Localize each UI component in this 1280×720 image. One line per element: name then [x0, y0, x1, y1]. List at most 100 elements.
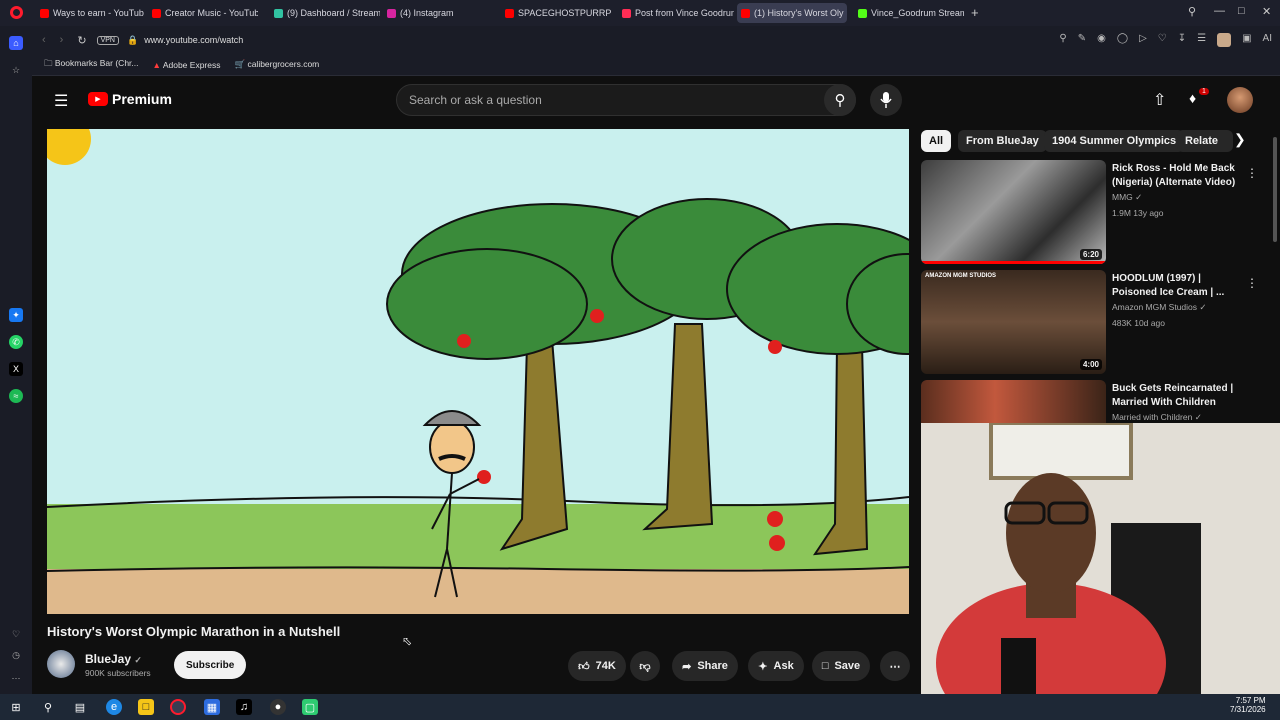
- home-icon[interactable]: ⌂: [9, 36, 23, 50]
- notifications-bell-icon[interactable]: ♦: [1189, 90, 1196, 106]
- hamburger-menu-icon[interactable]: ☰: [54, 91, 68, 111]
- bookmark-folder[interactable]: 🗀 Bookmarks Bar (Chr...: [44, 58, 139, 72]
- search-button[interactable]: ⚲: [824, 84, 856, 116]
- file-explorer-icon[interactable]: □: [138, 699, 154, 715]
- channel-name[interactable]: BlueJay ✓: [85, 652, 142, 666]
- channel-name[interactable]: MMG ✓: [1112, 192, 1142, 203]
- heart-icon[interactable]: ♡: [1158, 33, 1167, 47]
- tab-post-vince[interactable]: Post from Vince Goodrum: [618, 3, 734, 23]
- bookmark-calibergrocers[interactable]: 🛒 calibergrocers.com: [234, 59, 319, 70]
- dislike-button[interactable]: 👎︎: [630, 651, 660, 681]
- whatsapp-icon[interactable]: ✆: [9, 335, 23, 349]
- new-tab-button[interactable]: +: [971, 5, 979, 20]
- tab-spaceghostpurrp[interactable]: SPACEGHOSTPURRP & DC: [501, 3, 611, 23]
- maximize-icon[interactable]: □: [1238, 5, 1245, 17]
- spotify-icon[interactable]: ≈: [9, 389, 23, 403]
- minimize-icon[interactable]: —: [1214, 5, 1225, 17]
- profile-avatar[interactable]: [1217, 33, 1232, 47]
- chevron-right-icon[interactable]: ❯: [1234, 131, 1246, 148]
- store-icon[interactable]: ▦: [204, 699, 220, 715]
- channel-name[interactable]: Amazon MGM Studios ✓: [1112, 302, 1207, 313]
- tab-instagram[interactable]: (4) Instagram: [383, 3, 493, 23]
- share-button[interactable]: ➦ Share: [672, 651, 738, 681]
- recommendation-item[interactable]: 6:20 Rick Ross - Hold Me Back (Nigeria) …: [921, 160, 1258, 264]
- microphone-icon: [880, 92, 892, 108]
- video-thumbnail[interactable]: AMAZON MGM STUDIOS 4:00: [921, 270, 1106, 374]
- url-field[interactable]: www.youtube.com/watch: [144, 35, 243, 45]
- camera-icon[interactable]: ◉: [1097, 33, 1106, 47]
- edge-icon[interactable]: e: [106, 699, 122, 715]
- opera-logo-icon[interactable]: [10, 6, 23, 19]
- chip-1904-summer-olympics[interactable]: 1904 Summer Olympics: [1044, 130, 1185, 152]
- video-thumbnail[interactable]: 6:20: [921, 160, 1106, 264]
- more-icon[interactable]: ⋯: [9, 671, 23, 685]
- extensions-icon[interactable]: ▣: [1242, 33, 1251, 47]
- clock[interactable]: 7:57 PM 7/31/2026: [1230, 696, 1266, 714]
- channel-name[interactable]: Married with Children ✓: [1112, 412, 1202, 423]
- channel-avatar[interactable]: [47, 650, 75, 678]
- recommendation-title[interactable]: Buck Gets Reincarnated | Married With Ch…: [1112, 382, 1242, 410]
- youtube-icon: [152, 8, 161, 18]
- search-tabs-icon[interactable]: ⚲: [1188, 5, 1196, 18]
- ask-button[interactable]: ✦ Ask: [748, 651, 804, 681]
- more-options-icon[interactable]: ⋮: [1246, 276, 1258, 290]
- save-button[interactable]: □ Save: [812, 651, 870, 681]
- tab-creator-music[interactable]: Creator Music - YouTube S: [148, 3, 258, 23]
- chip-from-bluejay[interactable]: From BlueJay: [958, 130, 1047, 152]
- play-icon[interactable]: ▷: [1139, 33, 1147, 47]
- search-input[interactable]: Search or ask a question: [396, 84, 856, 116]
- zoom-icon[interactable]: ⚲: [1059, 33, 1066, 47]
- recommendation-title[interactable]: HOODLUM (1997) | Poisoned Ice Cream | ..…: [1112, 272, 1242, 300]
- shield-icon[interactable]: ◯: [1117, 33, 1128, 47]
- chip-related[interactable]: Relate: [1177, 130, 1233, 152]
- upload-icon[interactable]: ⇧: [1153, 90, 1166, 110]
- youtube-logo[interactable]: ▶ Premium: [88, 91, 172, 107]
- scrollbar[interactable]: [1273, 137, 1277, 242]
- more-actions-button[interactable]: ⋯: [880, 651, 910, 681]
- opera-icon[interactable]: [170, 699, 186, 715]
- tab-history-worst-olympic[interactable]: (1) History's Worst Oly: [737, 3, 847, 23]
- more-options-icon[interactable]: ⋮: [1246, 166, 1258, 180]
- account-avatar[interactable]: [1227, 87, 1253, 113]
- vpn-badge[interactable]: VPN: [96, 35, 119, 45]
- like-button[interactable]: 👍︎ 74K: [568, 651, 626, 681]
- bookmark-icon: □: [821, 660, 829, 672]
- edit-icon[interactable]: ✎: [1078, 33, 1086, 47]
- menu-icon[interactable]: ☰: [1197, 33, 1206, 47]
- more-options-icon[interactable]: ⋮: [1246, 386, 1251, 400]
- chip-all[interactable]: All: [921, 130, 952, 152]
- lock-icon[interactable]: 🔒: [127, 35, 138, 46]
- subscribe-button[interactable]: Subscribe: [174, 651, 247, 679]
- back-icon[interactable]: ‹: [42, 34, 46, 46]
- recommendation-title[interactable]: Rick Ross - Hold Me Back (Nigeria) (Alte…: [1112, 162, 1242, 190]
- messenger-icon[interactable]: ✦: [9, 308, 23, 322]
- webcam-overlay: [921, 423, 1280, 694]
- recommendation-item[interactable]: Buck Gets Reincarnated | Married With Ch…: [921, 380, 1251, 423]
- bookmark-adobe-express[interactable]: ▲ Adobe Express: [153, 60, 221, 70]
- x-icon[interactable]: X: [9, 362, 23, 376]
- tab-streamlabs[interactable]: (9) Dashboard / Streamlab: [270, 3, 380, 23]
- search-icon[interactable]: ⚲: [40, 699, 56, 715]
- video-meta: 1.9M 13y ago: [1112, 208, 1164, 218]
- video-player[interactable]: [47, 129, 909, 614]
- task-view-icon[interactable]: ▤: [72, 699, 88, 715]
- star-icon[interactable]: ☆: [9, 63, 23, 77]
- reload-icon[interactable]: ↻: [77, 34, 86, 47]
- tiktok-icon[interactable]: ♫: [236, 699, 252, 715]
- tab-kick-stream[interactable]: Vince_Goodrum Stream -: [854, 3, 964, 23]
- video-thumbnail[interactable]: [921, 380, 1106, 423]
- history-icon[interactable]: ◷: [9, 648, 23, 662]
- recommendation-item[interactable]: AMAZON MGM STUDIOS 4:00 HOODLUM (1997) |…: [921, 270, 1258, 374]
- sparkle-icon: ✦: [758, 660, 768, 673]
- obs-icon[interactable]: ●: [270, 699, 286, 715]
- forward-icon[interactable]: ›: [60, 34, 64, 46]
- heart-icon[interactable]: ♡: [9, 627, 23, 641]
- tab-ways-to-earn[interactable]: Ways to earn - YouTube St: [36, 3, 144, 23]
- streamlabs-icon[interactable]: ▢: [302, 699, 318, 715]
- download-icon[interactable]: ↧: [1178, 33, 1186, 47]
- watch-progress-bar: [921, 261, 1106, 264]
- windows-start-icon[interactable]: ⊞: [8, 699, 24, 715]
- close-icon[interactable]: ✕: [1262, 5, 1271, 18]
- voice-search-button[interactable]: [870, 84, 902, 116]
- aria-ai-icon[interactable]: AI: [1263, 33, 1272, 47]
